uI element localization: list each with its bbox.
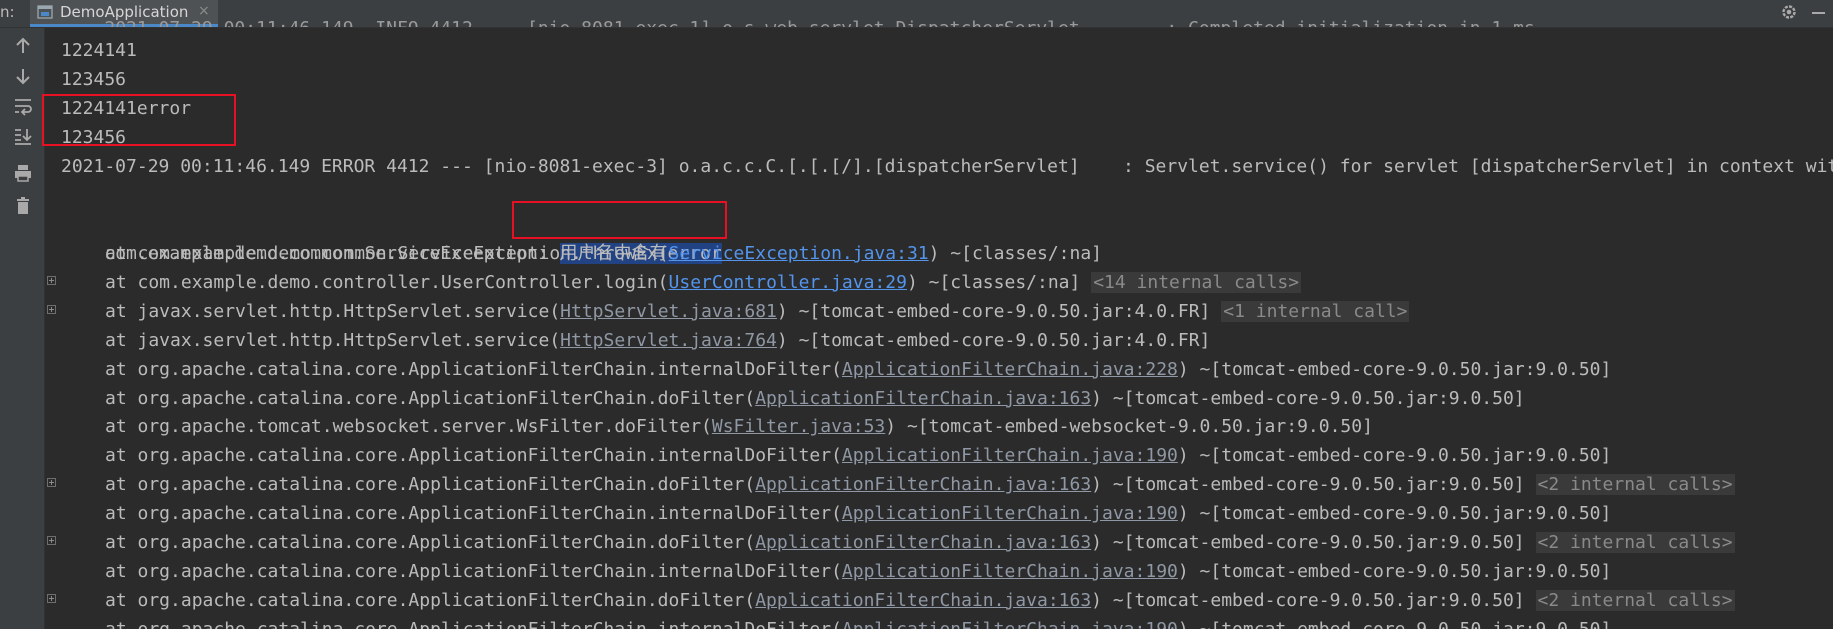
frame-method: at org.apache.catalina.core.ApplicationF… — [105, 445, 842, 467]
stack-frame-line: at org.apache.catalina.core.ApplicationF… — [61, 356, 1611, 385]
error-log-line: 2021-07-29 00:11:46.149 ERROR 4412 --- [… — [61, 156, 1833, 177]
source-file-link[interactable]: ApplicationFilterChain.java:163 — [755, 474, 1091, 495]
frame-method: at com.example.demo.common.ServiceExcept… — [105, 243, 669, 264]
stack-frame-line: at org.apache.catalina.core.ApplicationF… — [61, 471, 1735, 500]
app-config-icon — [37, 5, 53, 19]
stack-frame-line: at org.apache.tomcat.websocket.server.Ws… — [61, 413, 1373, 442]
source-file-link[interactable]: HttpServlet.java:681 — [560, 301, 777, 322]
source-file-link[interactable]: ApplicationFilterChain.java:190 — [842, 619, 1178, 629]
source-file-link[interactable]: ApplicationFilterChain.java:190 — [842, 561, 1178, 582]
stack-frame-line: at org.apache.catalina.core.ApplicationF… — [61, 587, 1735, 616]
frame-jar-info: ) ~[classes/:na] — [906, 271, 1092, 293]
internal-calls-badge[interactable]: <2 internal calls> — [1535, 532, 1735, 553]
frame-jar-info: ) ~[tomcat-embed-core-9.0.50.jar:9.0.50] — [1091, 589, 1536, 611]
source-file-link[interactable]: ApplicationFilterChain.java:163 — [755, 388, 1091, 409]
source-file-link[interactable]: ApplicationFilterChain.java:163 — [755, 532, 1091, 553]
frame-method: at com.example.demo.controller.UserContr… — [105, 271, 669, 293]
stack-frame-line: at org.apache.catalina.core.ApplicationF… — [61, 616, 1611, 629]
frame-method: at org.apache.catalina.core.ApplicationF… — [105, 387, 756, 409]
scroll-to-end-icon[interactable] — [13, 126, 33, 146]
expand-internal-calls-icon[interactable] — [47, 536, 56, 545]
source-file-link[interactable]: ApplicationFilterChain.java:228 — [842, 359, 1178, 380]
frame-jar-info: ) ~[tomcat-embed-core-9.0.50.jar:9.0.50] — [1177, 503, 1612, 525]
source-file-link[interactable]: WsFilter.java:53 — [712, 416, 885, 437]
stack-frame-line: at javax.servlet.http.HttpServlet.servic… — [61, 298, 1410, 327]
frame-method: at org.apache.catalina.core.ApplicationF… — [105, 358, 842, 380]
frame-jar-info: ) ~[tomcat-embed-core-9.0.50.jar:9.0.50] — [1177, 560, 1612, 582]
frame-jar-info: ) ~[tomcat-embed-core-9.0.50.jar:9.0.50] — [1091, 532, 1536, 553]
trash-icon[interactable] — [13, 196, 33, 216]
source-file-link[interactable]: ServiceException.java:31 — [669, 243, 929, 264]
source-file-link[interactable]: UserController.java:29 — [669, 272, 907, 293]
internal-calls-badge[interactable]: <14 internal calls> — [1091, 271, 1302, 293]
internal-calls-badge[interactable]: <2 internal calls> — [1535, 589, 1735, 611]
internal-calls-badge[interactable]: <1 internal call> — [1221, 300, 1410, 322]
frame-jar-info: ) ~[tomcat-embed-core-9.0.50.jar:4.0.FR] — [776, 329, 1211, 351]
stack-frame-line: at javax.servlet.http.HttpServlet.servic… — [61, 327, 1210, 356]
expand-internal-calls-icon[interactable] — [47, 305, 56, 314]
frame-method: at javax.servlet.http.HttpServlet.servic… — [105, 329, 561, 351]
expand-internal-calls-icon[interactable] — [47, 478, 56, 487]
stack-frame-line: at org.apache.catalina.core.ApplicationF… — [61, 385, 1525, 414]
source-file-link[interactable]: HttpServlet.java:764 — [560, 330, 777, 351]
frame-method: at org.apache.catalina.core.ApplicationF… — [105, 474, 756, 496]
stack-frame-line: at com.example.demo.common.ServiceExcept… — [61, 240, 1102, 269]
frame-jar-info: ) ~[tomcat-embed-core-9.0.50.jar:9.0.50] — [1177, 358, 1612, 380]
expand-internal-calls-icon[interactable] — [47, 594, 56, 603]
frame-jar-info: ) ~[tomcat-embed-websocket-9.0.50.jar:9.… — [885, 416, 1373, 438]
frame-method: at org.apache.catalina.core.ApplicationF… — [105, 589, 756, 611]
highlight-box — [512, 201, 727, 239]
console-toolbar — [0, 28, 45, 629]
print-icon[interactable] — [13, 163, 33, 183]
soft-wrap-icon[interactable] — [13, 96, 33, 116]
log-line-partial: 2021-07-29 00:11:46.149 INFO 4412 --- [n… — [61, 0, 1534, 27]
source-file-link[interactable]: ApplicationFilterChain.java:163 — [755, 590, 1091, 611]
frame-method: at javax.servlet.http.HttpServlet.servic… — [105, 300, 561, 322]
stack-frame-line: at org.apache.catalina.core.ApplicationF… — [61, 529, 1735, 558]
stack-frame-line: at org.apache.catalina.core.ApplicationF… — [61, 558, 1611, 587]
stdout-line: 123456 — [61, 69, 127, 90]
arrow-down-icon[interactable] — [13, 66, 33, 86]
arrow-up-icon[interactable] — [13, 36, 33, 56]
frame-jar-info: ) ~[tomcat-embed-core-9.0.50.jar:9.0.50] — [1091, 474, 1536, 496]
source-file-link[interactable]: ApplicationFilterChain.java:190 — [842, 445, 1178, 466]
frame-jar-info: ) ~[classes/:na] — [928, 243, 1103, 264]
frame-jar-info: ) ~[tomcat-embed-core-9.0.50.jar:9.0.50] — [1177, 445, 1612, 467]
frame-method: at org.apache.catalina.core.ApplicationF… — [105, 503, 842, 525]
run-label: n: — [0, 3, 15, 21]
frame-jar-info: ) ~[tomcat-embed-core-9.0.50.jar:9.0.50] — [1178, 619, 1611, 629]
source-file-link[interactable]: ApplicationFilterChain.java:190 — [842, 503, 1178, 524]
stdout-line: 1224141 — [61, 40, 137, 61]
highlight-box — [42, 94, 236, 146]
frame-method: at org.apache.catalina.core.ApplicationF… — [105, 619, 842, 629]
stack-frame-line: at org.apache.catalina.core.ApplicationF… — [61, 500, 1611, 529]
internal-calls-badge[interactable]: <2 internal calls> — [1535, 474, 1735, 496]
frame-method: at org.apache.tomcat.websocket.server.Ws… — [105, 416, 712, 438]
stack-frame-line: at com.example.demo.controller.UserContr… — [61, 269, 1302, 298]
frame-method: at org.apache.catalina.core.ApplicationF… — [105, 560, 842, 582]
expand-internal-calls-icon[interactable] — [47, 276, 56, 285]
frame-jar-info: ) ~[tomcat-embed-core-9.0.50.jar:4.0.FR] — [776, 300, 1222, 322]
stack-frame-line: at org.apache.catalina.core.ApplicationF… — [61, 442, 1611, 471]
console-output[interactable]: 2021-07-29 00:11:46.149 INFO 4412 --- [n… — [61, 0, 1833, 629]
frame-method: at org.apache.catalina.core.ApplicationF… — [105, 532, 756, 553]
frame-jar-info: ) ~[tomcat-embed-core-9.0.50.jar:9.0.50] — [1091, 387, 1525, 409]
